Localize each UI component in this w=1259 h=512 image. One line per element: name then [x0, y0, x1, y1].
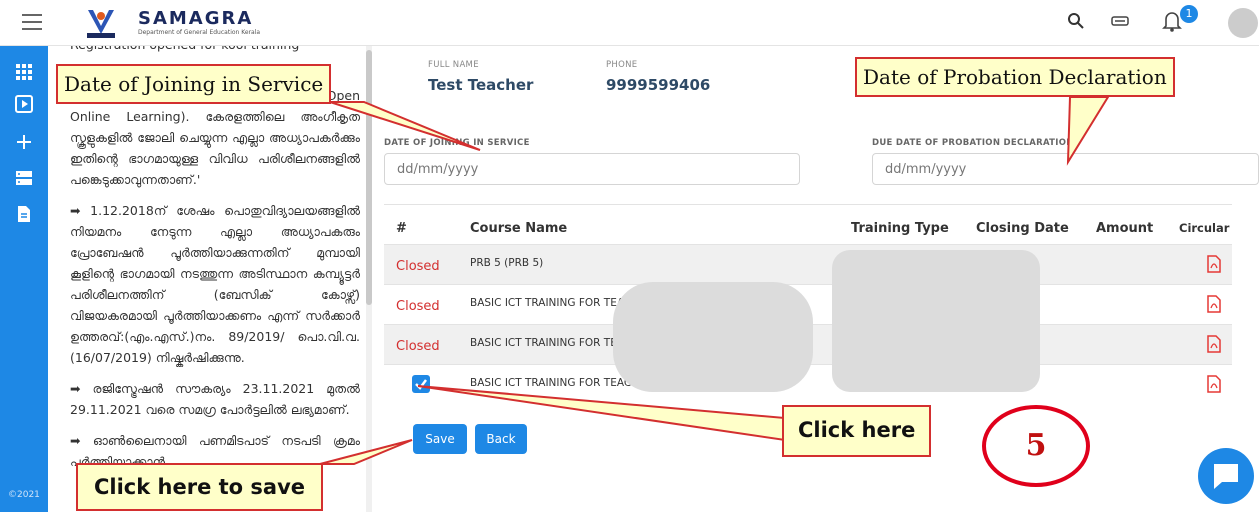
course-checkbox[interactable]	[412, 375, 430, 393]
date-of-joining-input[interactable]: dd/mm/yyyy	[384, 153, 800, 185]
full-name-label: FULL NAME	[428, 60, 479, 70]
search-icon[interactable]	[1067, 12, 1085, 30]
logo-title: SAMAGRA	[138, 8, 254, 29]
step-number-badge: 5	[982, 405, 1090, 487]
pdf-icon[interactable]	[1206, 255, 1222, 273]
doj-annotation: Date of Joining in Service	[56, 64, 332, 104]
notification-bell-icon[interactable]	[1162, 10, 1182, 32]
plus-icon[interactable]	[14, 132, 34, 152]
apps-grid-icon[interactable]	[14, 62, 34, 82]
scrollbar-thumb[interactable]	[366, 50, 372, 305]
info-paragraph: ➡ 1.12.2018ന് ശേഷം പൊതുവിദ്യാലയങ്ങളിൽ നി…	[70, 203, 360, 365]
click-here-annotation: Click here	[782, 405, 932, 457]
col-header-course-name: Course Name	[470, 221, 568, 236]
table-header: # Course Name Training Type Closing Date…	[384, 204, 1232, 248]
status-closed: Closed	[396, 259, 440, 274]
notification-badge: 1	[1180, 5, 1198, 23]
samagra-logo-icon	[87, 10, 115, 38]
click-to-save-annotation: Click here to save	[76, 463, 324, 511]
graduation-cap-icon[interactable]	[1110, 14, 1130, 28]
col-header-closing-date: Closing Date	[976, 221, 1069, 236]
table-row: Closed PRB 5 (PRB 5)	[384, 244, 1232, 284]
checkmark-icon	[415, 379, 427, 390]
save-button[interactable]: Save	[413, 424, 467, 454]
course-name: BASIC ICT TRAINING FOR TEAC	[470, 337, 632, 349]
back-button[interactable]: Back	[475, 424, 527, 454]
logo-subtitle: Department of General Education Kerala	[138, 29, 261, 36]
copyright-text: ©2021	[8, 490, 40, 500]
col-header-number: #	[396, 221, 407, 236]
chat-button[interactable]	[1198, 448, 1254, 504]
pdf-icon[interactable]	[1206, 375, 1222, 393]
col-header-circular: Circular	[1179, 221, 1230, 235]
chat-icon	[1214, 464, 1238, 489]
status-closed: Closed	[396, 339, 440, 354]
probation-date-input[interactable]: dd/mm/yyyy	[872, 153, 1259, 185]
doj-label: DATE OF JOINING IN SERVICE	[384, 138, 530, 148]
probation-label: DUE DATE OF PROBATION DECLARATION	[872, 138, 1074, 148]
info-paragraph: ➡ രജിസ്ട്രേഷൻ സൗകര്യം 23.11.2021 മുതൽ 29…	[70, 381, 360, 417]
app-root: SAMAGRA Department of General Education …	[0, 0, 1259, 512]
pdf-icon[interactable]	[1206, 335, 1222, 353]
phone-label: PHONE	[606, 60, 638, 70]
redacted-area	[613, 282, 813, 392]
course-name: PRB 5 (PRB 5)	[470, 257, 544, 269]
info-paragraph: Registration opened for kool training	[70, 46, 360, 55]
hamburger-menu-icon[interactable]	[22, 14, 42, 30]
left-sidebar: ©2021	[0, 46, 48, 512]
play-box-icon[interactable]	[14, 94, 34, 114]
phone-value: 9999599406	[606, 76, 711, 94]
col-header-amount: Amount	[1096, 221, 1154, 236]
avatar[interactable]	[1228, 8, 1258, 38]
col-header-training-type: Training Type	[851, 221, 949, 236]
redacted-area	[832, 250, 1040, 392]
top-bar: SAMAGRA Department of General Education …	[0, 0, 1259, 46]
document-icon[interactable]	[14, 204, 34, 224]
course-name: BASIC ICT TRAINING FOR TEACHE	[470, 377, 646, 389]
probation-annotation: Date of Probation Declaration	[855, 57, 1175, 97]
info-panel: Registration opened for kool training പര…	[70, 46, 360, 512]
status-closed: Closed	[396, 299, 440, 314]
pdf-icon[interactable]	[1206, 295, 1222, 313]
server-icon[interactable]	[14, 168, 34, 188]
full-name-value: Test Teacher	[428, 76, 534, 94]
